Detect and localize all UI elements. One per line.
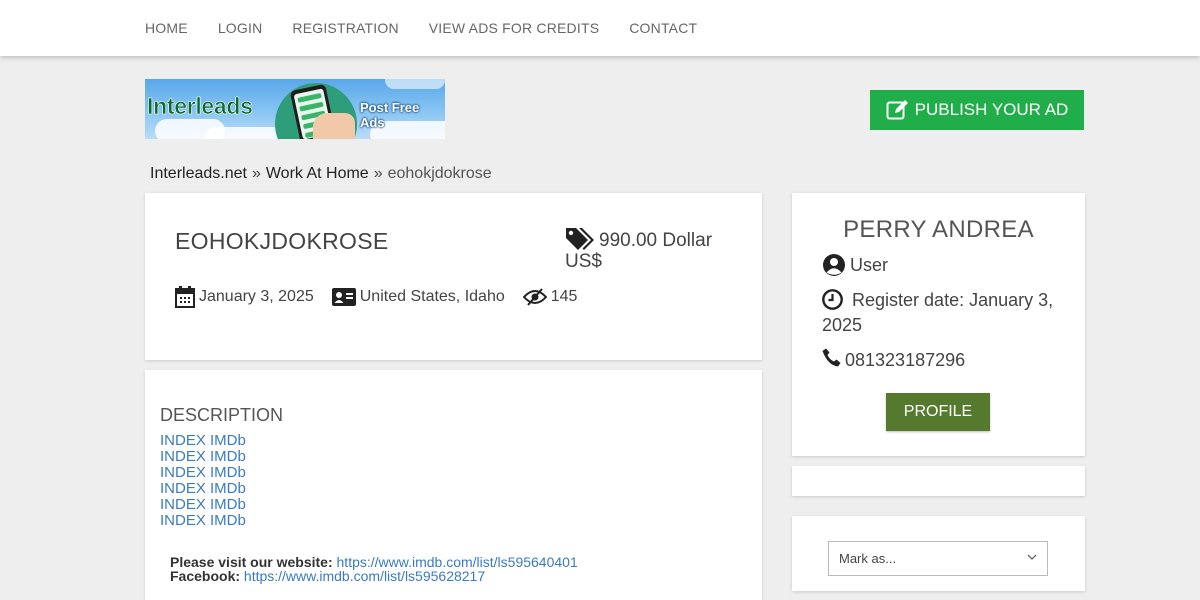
ad-title: EOHOKJDOKROSE — [175, 228, 389, 254]
nav-item-login[interactable]: LOGIN — [218, 20, 263, 36]
ad-date: January 3, 2025 — [175, 286, 314, 308]
nav-menu: HOME LOGIN REGISTRATION VIEW ADS FOR CRE… — [145, 0, 727, 56]
ad-summary-card: EOHOKJDOKROSE 990.00 Dollar US$ January … — [145, 193, 762, 360]
ad-location: United States, Idaho — [331, 288, 505, 306]
edit-icon — [886, 100, 908, 120]
nav-item-view-ads[interactable]: VIEW ADS FOR CREDITS — [429, 20, 599, 36]
nav-label[interactable]: REGISTRATION — [292, 20, 398, 36]
user-circle-icon — [823, 254, 845, 276]
mark-as-selected: Mark as... — [839, 551, 897, 566]
address-card-icon — [331, 288, 356, 306]
description-link[interactable]: INDEX IMDb — [160, 449, 246, 465]
description-link[interactable]: INDEX IMDb — [160, 497, 246, 513]
publish-ad-button[interactable]: PUBLISH YOUR AD — [870, 90, 1084, 130]
mark-as-card: Mark as... — [792, 516, 1085, 591]
ad-views-count: 145 — [550, 288, 578, 305]
banner-tagline: Post Free Ads — [360, 100, 420, 130]
ad-location-text: United States, Idaho — [359, 288, 505, 305]
seller-register-date: Register date: January 3, 2025 — [822, 288, 1062, 338]
clock-icon — [822, 289, 843, 310]
seller-name: PERRY ANDREA — [843, 216, 1034, 243]
nav-label[interactable]: HOME — [145, 20, 188, 36]
calendar-icon — [175, 286, 195, 308]
seller-phone: 081323187296 — [822, 348, 965, 373]
empty-widget — [792, 466, 1085, 496]
breadcrumb-current: eohokjdokrose — [387, 165, 492, 182]
publish-ad-label: PUBLISH YOUR AD — [914, 100, 1069, 119]
seller-role: User — [822, 253, 888, 278]
seller-phone-text: 081323187296 — [845, 350, 966, 370]
breadcrumb: Interleads.net» Work At Home» eohokjdokros… — [150, 165, 492, 183]
breadcrumb-separator: » — [251, 165, 261, 182]
profile-button[interactable]: PROFILE — [886, 393, 990, 431]
nav-item-home[interactable]: HOME — [145, 20, 188, 36]
seller-role-text: User — [850, 255, 889, 275]
breadcrumb-category[interactable]: Work At Home — [266, 165, 369, 182]
phone-icon — [822, 348, 841, 367]
ad-meta: January 3, 2025 United States, Idaho 145 — [175, 286, 595, 308]
description-card: DESCRIPTION INDEX IMDb INDEX IMDb INDEX … — [145, 370, 762, 600]
tags-icon — [566, 228, 594, 250]
description-link[interactable]: INDEX IMDb — [160, 433, 246, 449]
description-link[interactable]: INDEX IMDb — [160, 481, 246, 497]
description-link[interactable]: INDEX IMDb — [160, 465, 246, 481]
mark-as-select[interactable]: Mark as... — [828, 541, 1048, 576]
nav-label[interactable]: CONTACT — [629, 20, 697, 36]
banner-cloud — [205, 127, 285, 139]
contact-links: Please visit our website: https://www.im… — [170, 555, 578, 583]
site-banner-logo[interactable]: Interleads Post Free Ads — [145, 79, 445, 139]
description-heading: DESCRIPTION — [160, 405, 284, 425]
nav-item-registration[interactable]: REGISTRATION — [292, 20, 398, 36]
ad-date-text: January 3, 2025 — [199, 288, 314, 305]
ad-views: 145 — [522, 288, 578, 306]
facebook-line: Facebook: https://www.imdb.com/list/ls59… — [170, 569, 578, 583]
nav-label[interactable]: VIEW ADS FOR CREDITS — [429, 20, 599, 36]
hand-illustration — [313, 113, 355, 139]
breadcrumb-home[interactable]: Interleads.net — [150, 165, 247, 182]
description-links: INDEX IMDb INDEX IMDb INDEX IMDb INDEX I… — [160, 433, 246, 529]
ad-price: 990.00 Dollar US$ — [565, 226, 745, 272]
banner-cloud — [385, 79, 445, 89]
top-navigation: HOME LOGIN REGISTRATION VIEW ADS FOR CRE… — [0, 0, 1200, 56]
seller-card: PERRY ANDREA User Register date: January… — [792, 193, 1085, 456]
chevron-down-icon — [1027, 554, 1037, 560]
eye-slash-icon — [522, 288, 547, 306]
nav-label[interactable]: LOGIN — [218, 20, 263, 36]
website-line: Please visit our website: https://www.im… — [170, 555, 578, 569]
facebook-link[interactable]: https://www.imdb.com/list/ls595628217 — [244, 568, 485, 584]
banner-brand: Interleads — [147, 93, 254, 120]
nav-item-contact[interactable]: CONTACT — [629, 20, 697, 36]
description-link[interactable]: INDEX IMDb — [160, 513, 246, 529]
facebook-label: Facebook: — [170, 568, 241, 584]
breadcrumb-separator: » — [373, 165, 383, 182]
seller-register-date-text: Register date: January 3, 2025 — [822, 290, 1054, 335]
